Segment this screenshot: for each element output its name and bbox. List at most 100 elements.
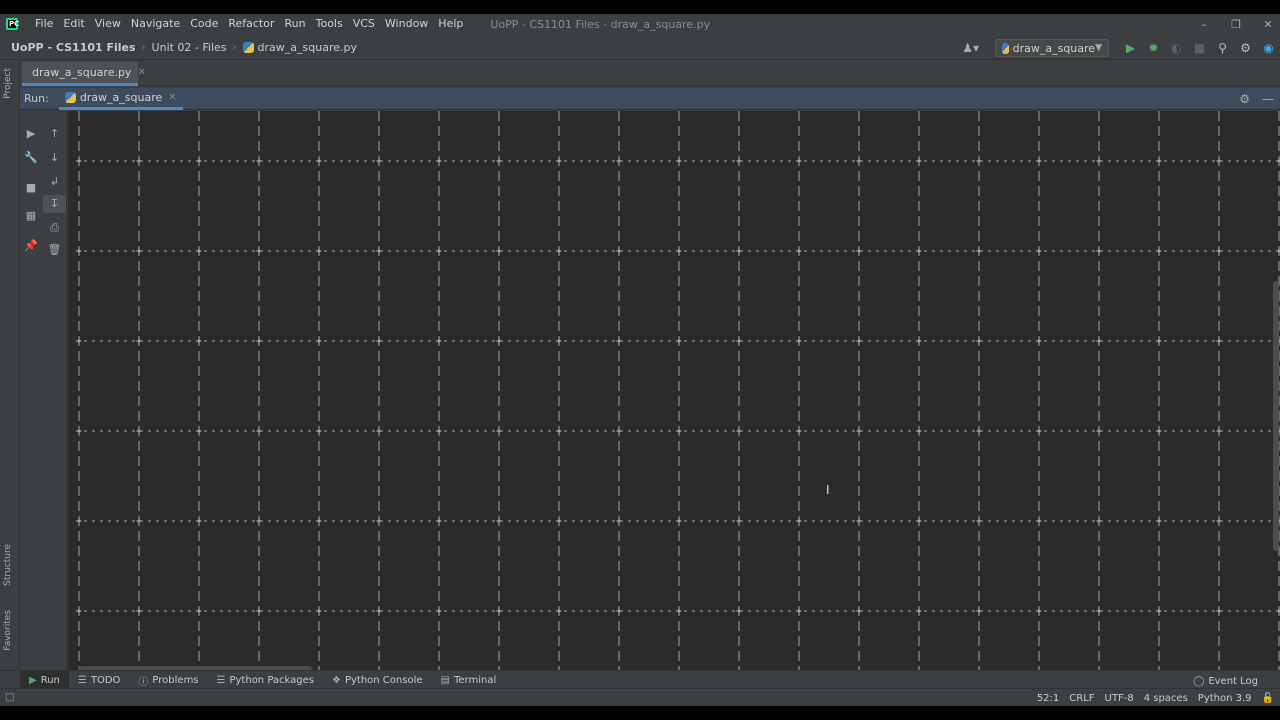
structure-tool-button[interactable]: Structure	[3, 544, 13, 586]
grid-plus-corner	[556, 158, 562, 164]
maximize-icon[interactable]: ❐	[1230, 18, 1242, 31]
file-encoding[interactable]: UTF-8	[1105, 693, 1134, 704]
menu-refactor[interactable]: Refactor	[223, 14, 279, 34]
gear-icon[interactable]: ⚙	[1234, 41, 1257, 55]
status-widgets: 52:1 CRLF UTF-8 4 spaces Python 3.9 🔓	[1037, 689, 1274, 707]
caret-position[interactable]: 52:1	[1037, 693, 1059, 704]
grid-plus-corner	[916, 338, 922, 344]
search-icon[interactable]: ⚲	[1211, 41, 1234, 55]
grid-plus-corner	[1036, 518, 1042, 524]
menu-help[interactable]: Help	[433, 14, 468, 34]
close-icon[interactable]: ✕	[1262, 18, 1274, 31]
navigation-bar: UoPP - CS1101 Files › Unit 02 - Files › …	[0, 36, 1280, 60]
bottom-tool-bar: ▶ Run ☰ TODO ⓘ Problems ☰ Python Package…	[0, 670, 1280, 691]
close-icon[interactable]: ✕	[168, 92, 176, 103]
grid-plus-corner	[1156, 428, 1162, 434]
run-tool-window-header: Run: draw_a_square ✕ ⚙ —	[20, 88, 1280, 110]
rerun-icon[interactable]: ▶	[20, 127, 42, 140]
grid-plus-corner	[256, 338, 262, 344]
pin-icon[interactable]: 📌	[20, 239, 42, 252]
vertical-scrollbar[interactable]	[1273, 281, 1279, 551]
print-icon[interactable]: ⎙	[43, 221, 66, 235]
grid-plus-corner	[1216, 158, 1222, 164]
project-tool-button[interactable]: Project	[3, 68, 13, 99]
grid-plus-corner	[856, 338, 862, 344]
grid-plus-corner	[1216, 608, 1222, 614]
grid-plus-corner	[616, 158, 622, 164]
user-icon[interactable]: ♟▾	[962, 41, 979, 55]
coverage-icon[interactable]: ◐	[1165, 41, 1188, 55]
grid-plus-corner	[136, 518, 142, 524]
menu-edit[interactable]: Edit	[58, 14, 89, 34]
menu-view[interactable]: View	[90, 14, 126, 34]
breadcrumb-separator-icon: ›	[232, 42, 237, 53]
soft-wrap-icon[interactable]: ↲	[43, 175, 66, 188]
arrow-up-icon[interactable]: ↑	[43, 127, 66, 140]
python-interpreter[interactable]: Python 3.9	[1198, 693, 1252, 704]
grid-plus-corner	[1156, 338, 1162, 344]
status-bar: □ 52:1 CRLF UTF-8 4 spaces Python 3.9 🔓	[0, 688, 1280, 706]
grid-plus-corner	[1156, 158, 1162, 164]
close-icon[interactable]: ✕	[137, 67, 145, 78]
arrow-down-icon[interactable]: ↓	[43, 151, 66, 164]
console-output[interactable]: I	[68, 111, 1280, 674]
editor-tab-draw-a-square[interactable]: draw_a_square.py ✕	[22, 62, 146, 86]
grid-plus-corner	[1216, 518, 1222, 524]
menu-code[interactable]: Code	[185, 14, 223, 34]
grid-plus-corner	[616, 608, 622, 614]
run-header-actions: ⚙ —	[1239, 88, 1274, 110]
grid-plus-corner	[436, 428, 442, 434]
stop-icon[interactable]: ■	[20, 181, 42, 194]
menu-file[interactable]: File	[30, 14, 58, 34]
grid-plus-corner	[916, 428, 922, 434]
grid-plus-corner	[976, 428, 982, 434]
grid-plus-corner	[616, 428, 622, 434]
menu-run[interactable]: Run	[280, 14, 311, 34]
grid-plus-corner	[796, 428, 802, 434]
minimize-icon[interactable]: –	[1198, 18, 1210, 31]
grid-plus-corner	[1096, 518, 1102, 524]
menu-navigate[interactable]: Navigate	[126, 14, 185, 34]
grid-plus-corner	[76, 518, 82, 524]
tool-window-toggle-icon[interactable]: □	[5, 692, 14, 703]
indent-setting[interactable]: 4 spaces	[1144, 693, 1188, 704]
lock-icon[interactable]: 🔓	[1262, 693, 1274, 704]
run-configuration-label: draw_a_square	[1012, 41, 1096, 55]
run-tab-draw-a-square[interactable]: draw_a_square ✕	[58, 88, 183, 110]
grid-plus-corner	[136, 428, 142, 434]
menu-window[interactable]: Window	[380, 14, 433, 34]
menu-tools[interactable]: Tools	[311, 14, 348, 34]
gear-icon[interactable]: ⚙	[1239, 92, 1250, 106]
run-toolbar-primary: ▶ 🔧 ■ ▦ 📌	[20, 111, 42, 674]
grid-plus-corner	[916, 608, 922, 614]
layout-icon[interactable]: ▦	[20, 209, 42, 222]
trash-icon[interactable]: 🗑	[43, 243, 66, 256]
wrench-icon[interactable]: 🔧	[20, 151, 42, 164]
editor-tab-strip: draw_a_square.py ✕	[20, 62, 1280, 86]
debug-icon[interactable]: ✹	[1142, 41, 1165, 55]
grid-plus-corner	[496, 158, 502, 164]
grid-plus-corner	[436, 158, 442, 164]
grid-plus-corner	[316, 338, 322, 344]
grid-plus-corner	[736, 608, 742, 614]
stop-icon[interactable]: ■	[1188, 41, 1211, 55]
jetbrains-toolbox-icon[interactable]: ◉	[1257, 41, 1280, 55]
run-tab-label: draw_a_square	[79, 90, 163, 104]
run-icon[interactable]: ▶	[1119, 41, 1142, 55]
hide-icon[interactable]: —	[1262, 92, 1274, 106]
breadcrumb-file[interactable]: draw_a_square.py	[242, 41, 357, 54]
grid-plus-corner	[76, 248, 82, 254]
grid-plus-corner	[976, 608, 982, 614]
menu-vcs[interactable]: VCS	[348, 14, 380, 34]
scroll-to-end-icon[interactable]: ↧	[43, 195, 66, 213]
problems-tool-label: Problems	[152, 675, 199, 686]
breadcrumb-folder[interactable]: Unit 02 - Files	[152, 41, 227, 54]
grid-plus-corner	[196, 608, 202, 614]
run-configuration-select[interactable]: draw_a_square ▼	[995, 39, 1109, 57]
grid-plus-corner	[616, 338, 622, 344]
grid-plus-corner	[976, 338, 982, 344]
line-separator[interactable]: CRLF	[1069, 693, 1094, 704]
grid-plus-corner	[76, 608, 82, 614]
favorites-tool-button[interactable]: Favorites	[3, 610, 13, 651]
breadcrumb-project[interactable]: UoPP - CS1101 Files	[11, 41, 136, 54]
